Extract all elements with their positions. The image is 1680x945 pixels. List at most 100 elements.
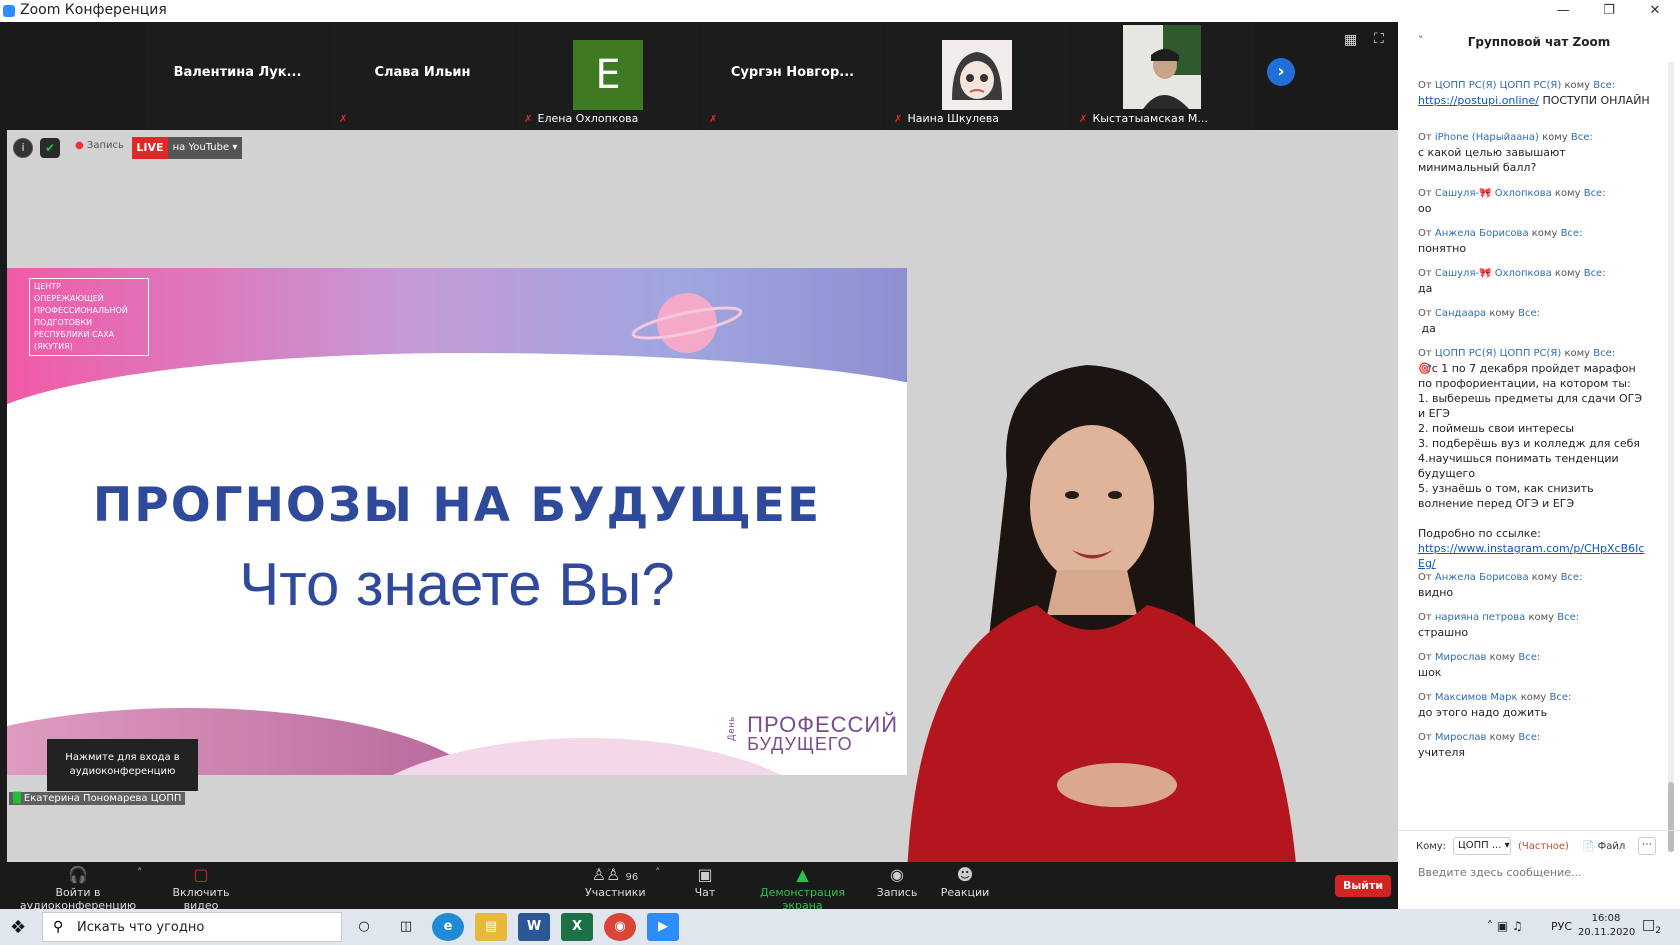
participant-tile[interactable]: Слава Ильин ✗ <box>331 22 514 130</box>
chat-message-text: понятно <box>1418 242 1467 255</box>
clock[interactable]: 16:08 20.11.2020 <box>1578 912 1635 940</box>
slide-logo: День ПРОФЕССИЙ БУДУЩЕГО <box>726 712 899 754</box>
more-options-button[interactable]: ⋯ <box>1638 837 1656 855</box>
participant-tile[interactable]: ✗ Наина Шкулева <box>886 22 1069 130</box>
zoom-taskbar-icon[interactable]: ▶ <box>647 913 679 941</box>
chat-message: От нарияна петрова кому Все: страшно <box>1418 610 1650 640</box>
participants-icon: ♙♙ 96 <box>591 865 639 884</box>
chat-message: От Сандаара кому Все: да <box>1418 306 1650 336</box>
avatar: E <box>573 40 643 110</box>
recipient-dropdown[interactable]: ЦОПП ... ▾ <box>1453 837 1511 855</box>
live-youtube-dropdown[interactable]: на YouTube ▾ <box>168 137 242 159</box>
chat-message-sender: От Сашуля-🎀 Охлопкова кому Все: <box>1418 268 1606 279</box>
windows-taskbar: ❖ ⚲ Искать что угодно ○ ◫ e ▤ W X ◉ ▶ ˄ … <box>0 909 1680 945</box>
share-screen-button[interactable]: ▲ Демонстрация экрана <box>745 862 860 912</box>
chat-message-text: https://postupi.online/ ПОСТУПИ ОНЛАЙН <box>1418 94 1650 107</box>
join-audio-button[interactable]: 🎧 Войти в аудиоконференцию <box>4 862 152 912</box>
chat-message-sender: От Мирослав кому Все: <box>1418 652 1541 663</box>
start-video-button[interactable]: ▢ Включить видео <box>156 862 246 912</box>
muted-mic-icon: ✗ <box>709 114 718 125</box>
fullscreen-icon[interactable]: ⛶ <box>1374 31 1384 47</box>
moon-icon <box>549 293 571 320</box>
chevron-up-icon[interactable]: ˄ <box>655 866 661 879</box>
participant-tile[interactable]: ✗ Кыстатыамская М... <box>1071 22 1254 130</box>
explorer-icon[interactable]: ▤ <box>475 913 507 941</box>
chat-message: От Анжела Борисова кому Все: понятно <box>1418 226 1650 256</box>
notifications-icon[interactable]: □2 <box>1642 917 1661 936</box>
chat-message-text: учителя <box>1418 746 1465 759</box>
search-icon: ⚲ <box>53 919 64 935</box>
chat-message-text: до этого надо дожить <box>1418 706 1548 719</box>
chat-message-text: видно <box>1418 586 1454 599</box>
speaker-name-label: █ Екатерина Пономарева ЦОПП <box>9 792 186 805</box>
chat-button[interactable]: ▣ Чат <box>690 862 720 909</box>
muted-mic-icon: ✗ <box>894 114 903 125</box>
excel-icon[interactable]: X <box>561 913 593 941</box>
chat-message-text: страшно <box>1418 626 1469 639</box>
gallery-view-icon[interactable]: ▦ <box>1344 32 1357 48</box>
chat-message-sender: От Анжела Борисова кому Все: <box>1418 228 1583 239</box>
chat-message-text: да <box>1418 282 1433 295</box>
participant-label: Наина Шкулева <box>907 112 1000 125</box>
record-button[interactable]: ◉ Запись <box>872 862 922 909</box>
reactions-button[interactable]: ☻ Реакции <box>940 862 990 909</box>
participant-tile[interactable]: E ✗ Елена Охлопкова <box>516 22 699 130</box>
cortana-icon[interactable]: ○ <box>348 913 380 941</box>
shield-icon[interactable]: ✔ <box>40 138 60 158</box>
recording-indicator: ● Запись <box>75 140 124 151</box>
next-page-button[interactable]: › <box>1267 58 1295 86</box>
window-title: Zoom Конференция <box>20 2 167 18</box>
participant-tile[interactable]: Сургэн Новгор... ✗ <box>701 22 884 130</box>
chrome-icon[interactable]: ◉ <box>604 913 636 941</box>
slide-title: ПРОГНОЗЫ НА БУДУЩЕЕ <box>92 478 822 533</box>
chat-message-text: да <box>1418 322 1436 335</box>
chat-message-sender: От Максимов Марк кому Все: <box>1418 692 1572 703</box>
close-button[interactable]: ✕ <box>1632 0 1678 22</box>
chat-link[interactable]: https://postupi.online/ <box>1418 94 1539 107</box>
chat-input[interactable] <box>1418 862 1658 882</box>
chat-title: Групповой чат Zoom <box>1467 35 1611 49</box>
signal-icon: █ <box>13 793 21 804</box>
chat-message-text: оо <box>1418 202 1432 215</box>
participant-strip: Валентина Лук... Слава Ильин ✗ E ✗ Елена… <box>0 22 1398 130</box>
info-icon[interactable]: i <box>13 138 33 158</box>
chat-message: От Мирослав кому Все: учителя <box>1418 730 1650 760</box>
minimize-button[interactable]: — <box>1540 0 1586 22</box>
chevron-up-icon[interactable]: ˄ <box>137 866 143 879</box>
chat-message: От Сашуля-🎀 Охлопкова кому Все: да <box>1418 266 1650 296</box>
word-icon[interactable]: W <box>518 913 550 941</box>
maximize-button[interactable]: ❐ <box>1586 0 1632 22</box>
presentation-slide: ЦЕНТР ОПЕРЕЖАЮЩЕЙ ПРОФЕССИОНАЛЬНОЙ ПОДГОТОВ… <box>7 268 907 775</box>
leave-button[interactable]: Выйти <box>1335 875 1391 897</box>
chat-message-sender: От Сандаара кому Все: <box>1418 308 1541 319</box>
participant-tile[interactable]: Валентина Лук... <box>146 22 329 130</box>
chat-message-sender: От нарияна петрова кому Все: <box>1418 612 1580 623</box>
audio-tooltip[interactable]: Нажмите для входа в аудиоконференцию <box>47 739 198 791</box>
taskbar-search[interactable]: ⚲ Искать что угодно <box>42 912 342 942</box>
chat-message: От Анжела Борисова кому Все: видно <box>1418 570 1650 600</box>
participant-label: Елена Охлопкова <box>537 112 639 125</box>
language-indicator[interactable]: РУС <box>1551 920 1572 933</box>
chat-message-text: с какой целью завышают минимальный балл? <box>1418 146 1570 174</box>
chat-message: От Сашуля-🎀 Охлопкова кому Все: оо <box>1418 186 1650 216</box>
task-view-icon[interactable]: ◫ <box>390 913 422 941</box>
headphones-icon: 🎧 <box>68 865 88 884</box>
tray-icons[interactable]: ˄ ▣ ♫ <box>1487 919 1523 933</box>
chat-scrollbar[interactable] <box>1668 62 1674 852</box>
participants-button[interactable]: ♙♙ 96 Участники <box>585 862 646 909</box>
zoom-logo-icon <box>3 5 15 17</box>
edge-icon[interactable]: e <box>432 913 464 941</box>
collapse-chevron-icon[interactable]: ˅ <box>1418 34 1424 47</box>
to-label: Кому: <box>1416 841 1447 852</box>
muted-mic-icon: ✗ <box>524 114 533 125</box>
shared-content-area: i ✔ ● Запись LIVE на YouTube ▾ ЦЕНТР ОПЕР… <box>7 130 1398 862</box>
windows-start-icon[interactable]: ❖ <box>10 917 26 938</box>
window-titlebar: Zoom Конференция — ❐ ✕ <box>0 0 1680 22</box>
chat-message: От Максимов Марк кому Все: до этого надо … <box>1418 690 1650 720</box>
presenter-video <box>907 365 1296 862</box>
chat-message-sender: От ЦОПП РС(Я) ЦОПП РС(Я) кому Все: <box>1418 348 1616 359</box>
record-icon: ◉ <box>890 865 904 884</box>
muted-mic-icon: ✗ <box>1079 114 1088 125</box>
file-button[interactable]: 📄 Файл <box>1582 841 1625 852</box>
chat-link[interactable]: https://www.instagram.com/p/CHpXcB6IcEg/ <box>1418 541 1650 571</box>
